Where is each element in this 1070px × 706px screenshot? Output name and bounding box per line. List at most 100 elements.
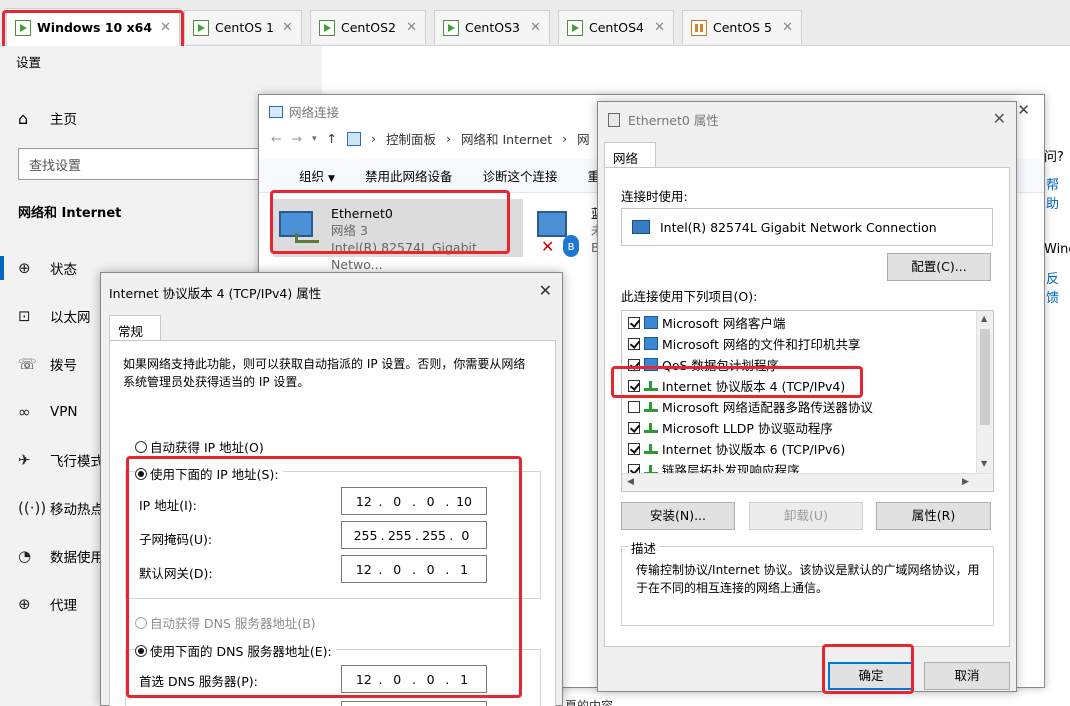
auto-dns-radio[interactable]: 自动获得 DNS 服务器地址(B) <box>135 613 316 632</box>
components-list[interactable]: Microsoft 网络客户端 Microsoft 网络的文件和打印机共享 Qo… <box>621 310 994 492</box>
checkbox[interactable] <box>628 400 640 413</box>
organize-button[interactable]: 组织 ▼ <box>279 166 335 185</box>
vm-tab-centos4[interactable]: CentOS4 ✕ <box>558 10 674 44</box>
alternate-dns-input[interactable] <box>341 701 487 706</box>
scroll-down-icon[interactable]: ▼ <box>981 459 987 468</box>
behind-windows: Windo <box>1044 242 1070 257</box>
settings-home[interactable]: ⌂ 主页 <box>18 108 77 129</box>
checkbox[interactable] <box>628 337 640 350</box>
bluetooth-icon: ʙ <box>563 235 579 257</box>
close-icon[interactable]: ✕ <box>1017 101 1030 119</box>
list-item[interactable]: Microsoft 网络客户端 <box>628 312 785 333</box>
adapter-network: 网络 3 <box>331 223 368 238</box>
vm-tab-centos3[interactable]: CentOS3 ✕ <box>434 10 550 44</box>
description-label: 描述 <box>628 538 660 557</box>
scroll-thumb[interactable] <box>980 329 990 425</box>
horizontal-scrollbar[interactable]: ◀ ▶ <box>622 473 993 491</box>
tab-general[interactable]: 常规 <box>109 315 161 341</box>
vm-tab-strip: Windows 10 x64 ✕ CentOS 1 ✕ CentOS2 ✕ Ce… <box>0 0 1070 46</box>
settings-title: 设置 <box>16 55 42 70</box>
use-ip-radio[interactable]: 使用下面的 IP 地址(S): <box>135 464 283 483</box>
vertical-scrollbar[interactable]: ▲ ▼ <box>976 311 993 474</box>
subnet-mask-input[interactable]: 255. 255. 255. 0 <box>341 521 487 549</box>
network-card-icon <box>632 220 650 234</box>
vm-tab-label: CentOS 5 <box>713 20 772 35</box>
scroll-left-icon[interactable]: ◀ <box>627 477 634 487</box>
close-icon[interactable]: ✕ <box>782 20 793 35</box>
back-icon[interactable]: ← <box>271 131 281 146</box>
ip-address-input[interactable]: 12. 0. 0. 10 <box>341 487 487 515</box>
vm-tab-centos2[interactable]: CentOS2 ✕ <box>310 10 426 44</box>
close-icon[interactable]: ✕ <box>539 281 552 300</box>
gateway-label: 默认网关(D): <box>139 566 213 581</box>
data-usage-icon: ◔ <box>18 547 32 565</box>
scroll-right-icon[interactable]: ▶ <box>962 477 969 487</box>
behind-feedback-link[interactable]: 反馈 <box>1046 268 1070 306</box>
list-item-label: Microsoft LLDP 协议驱动程序 <box>662 421 833 436</box>
checkbox[interactable] <box>628 421 640 434</box>
vm-tab-centos5[interactable]: CentOS 5 ✕ <box>682 10 802 44</box>
preferred-dns-input[interactable]: 12. 0. 0. 1 <box>341 665 487 693</box>
vm-tab-label: Windows 10 x64 <box>37 20 153 35</box>
use-dns-radio[interactable]: 使用下面的 DNS 服务器地址(E): <box>135 641 336 660</box>
auto-ip-radio[interactable]: 自动获得 IP 地址(O) <box>135 437 264 456</box>
organize-label: 组织 <box>299 169 325 184</box>
breadcrumb-network-internet[interactable]: 网络和 Internet <box>461 129 552 148</box>
forward-icon[interactable]: → <box>291 131 301 146</box>
properties-button[interactable]: 属性(R) <box>876 502 991 530</box>
checkbox[interactable] <box>628 379 640 392</box>
ipv4-dialog-title: Internet 协议版本 4 (TCP/IPv4) 属性 <box>109 286 322 301</box>
vm-tab-centos1[interactable]: CentOS 1 ✕ <box>184 10 302 44</box>
ethernet-properties-dialog: Ethernet0 属性 ✕ 网络 连接时使用: Intel(R) 82574L… <box>597 101 1017 692</box>
install-button[interactable]: 安装(N)... <box>621 502 735 530</box>
radio-circle <box>135 440 147 453</box>
dns1-label: 首选 DNS 服务器(P): <box>139 674 258 689</box>
radio-label: 自动获得 DNS 服务器地址(B) <box>150 616 316 631</box>
uninstall-button[interactable]: 卸载(U) <box>749 502 863 530</box>
disable-device-button[interactable]: 禁用此网络设备 <box>365 166 453 185</box>
close-icon[interactable]: ✕ <box>406 20 417 35</box>
adapter-small-icon <box>608 112 620 127</box>
behind-help-link[interactable]: 帮助 <box>1046 174 1070 212</box>
checkbox[interactable] <box>628 442 640 455</box>
chevron-down-icon[interactable]: ▾ <box>312 134 317 144</box>
dialup-icon: ☏ <box>18 355 37 373</box>
checkbox[interactable] <box>628 358 640 371</box>
cancel-button[interactable]: 取消 <box>924 662 1010 690</box>
up-icon[interactable]: ↑ <box>327 131 337 146</box>
breadcrumb-network[interactable]: 网 <box>577 129 590 148</box>
bluetooth-adapter-icon: ✕ ʙ <box>537 207 579 257</box>
vm-tab-windows10[interactable]: Windows 10 x64 ✕ <box>6 8 180 46</box>
address-bar[interactable]: ← → ▾ ↑ › 控制面板 › 网络和 Internet › 网 <box>271 129 590 148</box>
configure-button[interactable]: 配置(C)... <box>887 253 991 281</box>
checkbox[interactable] <box>628 316 640 329</box>
close-icon[interactable]: ✕ <box>530 20 541 35</box>
list-item-label: Microsoft 网络的文件和打印机共享 <box>662 337 861 352</box>
list-item-label: Internet 协议版本 4 (TCP/IPv4) <box>662 379 846 394</box>
eth-title-text: Ethernet0 属性 <box>628 113 719 128</box>
ok-button[interactable]: 确定 <box>828 662 914 690</box>
diagnose-button[interactable]: 诊断这个连接 <box>482 166 557 185</box>
close-icon[interactable]: ✕ <box>654 20 665 35</box>
close-icon[interactable]: ✕ <box>993 109 1006 128</box>
radio-label: 自动获得 IP 地址(O) <box>150 440 264 455</box>
breadcrumb-control-panel[interactable]: 控制面板 <box>386 129 436 148</box>
gateway-input[interactable]: 12. 0. 0. 1 <box>341 555 487 583</box>
list-item[interactable]: Microsoft 网络的文件和打印机共享 <box>628 333 860 354</box>
list-item[interactable]: Microsoft 网络适配器多路传送器协议 <box>628 396 873 417</box>
close-icon[interactable]: ✕ <box>160 20 171 35</box>
list-item[interactable]: Microsoft LLDP 协议驱动程序 <box>628 417 833 438</box>
nav-label: VPN <box>50 404 78 420</box>
list-item[interactable]: Internet 协议版本 6 (TCP/IPv6) <box>628 438 845 459</box>
scroll-up-icon[interactable]: ▲ <box>981 314 987 323</box>
list-item[interactable]: QoS 数据包计划程序 <box>628 354 779 375</box>
close-icon[interactable]: ✕ <box>282 20 293 35</box>
tab-network[interactable]: 网络 <box>604 142 656 168</box>
radio-label: 使用下面的 DNS 服务器地址(E): <box>150 644 332 659</box>
network-title-text: 网络连接 <box>289 105 340 120</box>
home-label: 主页 <box>50 112 77 128</box>
adapter-ethernet0[interactable]: Ethernet0 网络 3 Intel(R) 82574L Gigabit N… <box>273 199 523 272</box>
list-item-ipv4[interactable]: Internet 协议版本 4 (TCP/IPv4) <box>628 375 845 396</box>
description-group: 描述 传输控制协议/Internet 协议。该协议是默认的广域网络协议，用于在不… <box>621 538 994 626</box>
protocol-icon <box>644 401 658 412</box>
